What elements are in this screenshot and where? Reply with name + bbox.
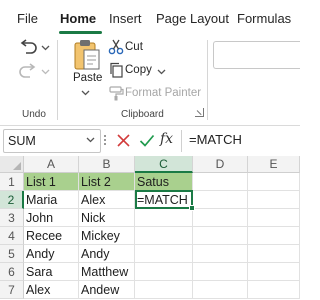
cell-a2[interactable]: Maria (24, 191, 79, 209)
x-icon[interactable] (116, 133, 131, 148)
undo-icon[interactable] (18, 39, 40, 57)
resize-handle-icon[interactable] (104, 135, 107, 147)
cell-d6[interactable] (193, 263, 248, 281)
cell-a5[interactable]: Andy (24, 245, 79, 263)
select-all-button[interactable] (0, 156, 24, 173)
cell-e1[interactable] (248, 173, 300, 191)
insert-function-button[interactable]: fx (160, 131, 173, 147)
column-header-d[interactable]: D (193, 156, 248, 173)
cell-e6[interactable] (248, 263, 300, 281)
cell-e3[interactable] (248, 209, 300, 227)
tab-home[interactable]: Home (60, 11, 96, 26)
cell-e7[interactable] (248, 281, 300, 299)
cell-a3[interactable]: John (24, 209, 79, 227)
cell-c5[interactable] (135, 245, 193, 263)
ribbon: Undo Paste Cut Copy Format Painter Clipb… (0, 34, 300, 126)
cell-a1[interactable]: List 1 (24, 173, 79, 191)
cell-b3[interactable]: Nick (79, 209, 135, 227)
fill-handle[interactable] (189, 205, 195, 211)
tab-file[interactable]: File (17, 11, 38, 26)
format-painter-icon[interactable] (108, 85, 124, 101)
row-header-3[interactable]: 3 (0, 209, 24, 227)
cell-d2[interactable] (193, 191, 248, 209)
undo-group (8, 34, 54, 89)
cell-d4[interactable] (193, 227, 248, 245)
worksheet-grid: A B C D E 1 2 3 4 5 6 7 List 1 List 2 Sa… (0, 156, 300, 300)
copy-icon[interactable] (108, 62, 124, 78)
chevron-down-icon[interactable] (41, 69, 50, 75)
cell-b2[interactable]: Alex (79, 191, 135, 209)
column-header-e[interactable]: E (248, 156, 300, 173)
formula-bar: SUM fx =MATCH (0, 126, 300, 156)
cut-button[interactable]: Cut (125, 41, 143, 53)
row-header-4[interactable]: 4 (0, 227, 24, 245)
cell-d7[interactable] (193, 281, 248, 299)
cell-a4[interactable]: Recee (24, 227, 79, 245)
clipboard-group-label: Clipboard (121, 109, 164, 120)
cell-d3[interactable] (193, 209, 248, 227)
chevron-down-icon[interactable] (86, 137, 95, 143)
paste-button[interactable]: Paste (73, 72, 102, 84)
cell-d5[interactable] (193, 245, 248, 263)
ribbon-divider (57, 40, 58, 120)
column-header-c[interactable]: C (135, 156, 193, 173)
name-box[interactable]: SUM (3, 129, 101, 153)
chevron-down-icon[interactable] (41, 45, 50, 51)
dialog-launcher-icon[interactable] (195, 108, 204, 117)
name-box-value: SUM (8, 134, 36, 148)
paste-icon[interactable] (72, 38, 102, 72)
column-header-a[interactable]: A (24, 156, 79, 173)
cell-c1[interactable]: Satus (135, 173, 193, 191)
cell-e2[interactable] (248, 191, 300, 209)
column-header-b[interactable]: B (79, 156, 135, 173)
cell-b1[interactable]: List 2 (79, 173, 135, 191)
cell-e5[interactable] (248, 245, 300, 263)
font-name-box[interactable] (213, 41, 300, 69)
cell-b6[interactable]: Matthew (79, 263, 135, 281)
row-header-5[interactable]: 5 (0, 245, 24, 263)
format-painter-button[interactable]: Format Painter (125, 87, 201, 99)
cell-a7[interactable]: Alex (24, 281, 79, 299)
cell-b5[interactable]: Andy (79, 245, 135, 263)
cell-c3[interactable] (135, 209, 193, 227)
cell-c6[interactable] (135, 263, 193, 281)
cell-e4[interactable] (248, 227, 300, 245)
tab-page-layout[interactable]: Page Layout (156, 11, 229, 26)
row-header-7[interactable]: 7 (0, 281, 24, 299)
cell-b4[interactable]: Mickey (79, 227, 135, 245)
cell-a6[interactable]: Sara (24, 263, 79, 281)
tab-insert[interactable]: Insert (109, 11, 142, 26)
scissors-icon[interactable] (108, 39, 124, 55)
row-header-1[interactable]: 1 (0, 173, 24, 191)
row-header-2[interactable]: 2 (0, 191, 24, 209)
cell-b7[interactable]: Andew (79, 281, 135, 299)
cell-c4[interactable] (135, 227, 193, 245)
tab-formulas[interactable]: Formulas (237, 11, 291, 26)
chevron-down-icon[interactable] (157, 69, 166, 75)
chevron-down-icon[interactable] (81, 90, 90, 96)
check-icon[interactable] (139, 133, 155, 148)
redo-icon[interactable] (18, 63, 40, 81)
cell-c7[interactable] (135, 281, 193, 299)
copy-button[interactable]: Copy (125, 64, 152, 76)
cell-d1[interactable] (193, 173, 248, 191)
formula-bar-divider (181, 130, 182, 152)
undo-group-label: Undo (22, 109, 46, 120)
row-header-6[interactable]: 6 (0, 263, 24, 281)
cell-c2[interactable]: =MATCH (135, 191, 193, 209)
ribbon-divider (207, 40, 208, 120)
formula-input[interactable]: =MATCH (189, 132, 242, 147)
menu-bar: File Home Insert Page Layout Formulas (0, 0, 300, 34)
